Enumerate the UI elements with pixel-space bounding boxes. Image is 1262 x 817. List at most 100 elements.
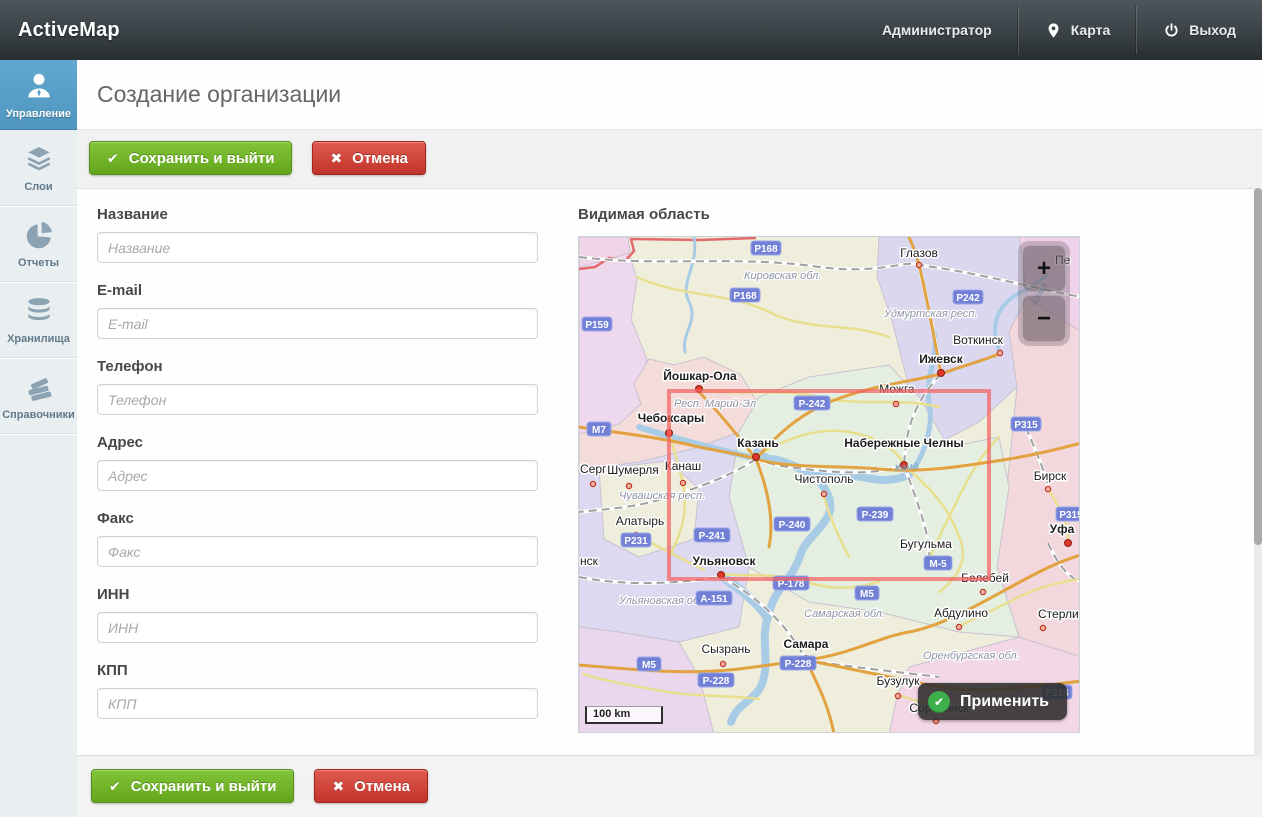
sidebar-item-management[interactable]: Управление	[0, 60, 77, 130]
email-input[interactable]	[97, 308, 538, 339]
svg-text:М5: М5	[642, 660, 656, 671]
svg-text:Ульяновская обл.: Ульяновская обл.	[618, 595, 708, 607]
toolbar-top: ✔ Сохранить и выйти ✖ Отмена	[89, 141, 426, 175]
scrollbar-thumb[interactable]	[1254, 188, 1262, 545]
sidebar-item-label: Слои	[24, 181, 52, 193]
field-group-phone: Телефон	[97, 358, 538, 415]
apply-button-label: Применить	[960, 693, 1049, 711]
title-bar: Создание организации	[77, 60, 1262, 130]
zoom-controls: + −	[1019, 242, 1069, 345]
logout-label: Выход	[1189, 22, 1236, 38]
cancel-button-label: Отмена	[354, 778, 410, 795]
page-title: Создание организации	[77, 81, 341, 108]
sidebar-item-label: Справочники	[2, 409, 75, 421]
svg-text:Ижевск: Ижевск	[919, 352, 963, 366]
field-group-kpp: КПП	[97, 662, 538, 719]
fax-input[interactable]	[97, 536, 538, 567]
address-input[interactable]	[97, 460, 538, 491]
cancel-button-bottom[interactable]: ✖ Отмена	[314, 769, 428, 803]
logout-button[interactable]: Выход	[1137, 0, 1262, 60]
app-logo: ActiveMap	[0, 19, 120, 42]
sidebar-item-label: Управление	[6, 108, 71, 120]
svg-text:Р315: Р315	[1059, 510, 1080, 521]
apply-button[interactable]: ✔ Применить	[918, 683, 1067, 720]
map-pin-icon	[1045, 22, 1062, 39]
sidebar-item-reports[interactable]: Отчеты	[0, 206, 77, 282]
svg-text:Р-228: Р-228	[785, 659, 812, 670]
books-icon	[21, 371, 57, 403]
svg-text:М5: М5	[860, 589, 874, 600]
map-link-label: Карта	[1071, 22, 1111, 38]
svg-text:Удмуртская респ.: Удмуртская респ.	[883, 308, 978, 320]
svg-text:Р168: Р168	[733, 291, 757, 302]
organization-form: Название E-mail Телефон Адрес Факс ИНН К…	[97, 206, 538, 738]
svg-text:Самара: Самара	[784, 637, 829, 651]
field-group-inn: ИНН	[97, 586, 538, 643]
svg-text:Йошкар-Ола: Йошкар-Ола	[663, 368, 737, 383]
minus-icon: −	[1037, 305, 1051, 333]
cross-icon: ✖	[330, 150, 342, 167]
svg-text:М7: М7	[592, 425, 606, 436]
kpp-input[interactable]	[97, 688, 538, 719]
field-group-fax: Факс	[97, 510, 538, 567]
save-button[interactable]: ✔ Сохранить и выйти	[89, 141, 292, 175]
phone-input[interactable]	[97, 384, 538, 415]
svg-text:Бирск: Бирск	[1034, 469, 1067, 483]
cancel-button-label: Отмена	[352, 150, 408, 167]
main-content: Создание организации ✔ Сохранить и выйти…	[77, 60, 1262, 817]
svg-text:Оренбургская обл.: Оренбургская обл.	[923, 650, 1020, 662]
visible-area-label: Видимая область	[578, 206, 1082, 223]
name-label: Название	[97, 206, 538, 223]
save-button-label: Сохранить и выйти	[131, 778, 277, 795]
toolbar-bottom: ✔ Сохранить и выйти ✖ Отмена	[91, 769, 428, 803]
address-label: Адрес	[97, 434, 538, 451]
map-link[interactable]: Карта	[1019, 0, 1137, 60]
visible-area-selection[interactable]	[667, 389, 991, 581]
sidebar-item-layers[interactable]: Слои	[0, 130, 77, 206]
zoom-in-button[interactable]: +	[1022, 245, 1066, 292]
visible-area-section: Видимая область	[578, 206, 1082, 733]
svg-text:Бузулук: Бузулук	[877, 674, 921, 688]
cancel-button[interactable]: ✖ Отмена	[312, 141, 426, 175]
check-icon: ✔	[109, 778, 121, 795]
name-input[interactable]	[97, 232, 538, 263]
app-header: ActiveMap Администратор Карта Выход	[0, 0, 1262, 60]
field-group-address: Адрес	[97, 434, 538, 491]
field-group-name: Название	[97, 206, 538, 263]
svg-text:Уфа: Уфа	[1050, 522, 1075, 536]
svg-text:Воткинск: Воткинск	[953, 333, 1003, 347]
svg-text:Кировская обл.: Кировская обл.	[744, 270, 821, 282]
inn-input[interactable]	[97, 612, 538, 643]
svg-text:Р231: Р231	[624, 536, 648, 547]
database-icon	[21, 295, 57, 327]
fax-label: Факс	[97, 510, 538, 527]
user-icon	[21, 70, 57, 102]
sidebar-item-references[interactable]: Справочники	[0, 358, 77, 434]
svg-text:Р159: Р159	[585, 320, 609, 331]
check-icon: ✔	[107, 150, 119, 167]
plus-icon: +	[1037, 255, 1051, 283]
svg-text:Стерлитамак: Стерлитамак	[1038, 607, 1080, 621]
zoom-out-button[interactable]: −	[1022, 295, 1066, 342]
sidebar: Управление Слои Отчеты Хранилища	[0, 60, 77, 817]
phone-label: Телефон	[97, 358, 538, 375]
svg-text:нск: нск	[580, 554, 599, 568]
email-label: E-mail	[97, 282, 538, 299]
sidebar-item-label: Отчеты	[18, 257, 59, 269]
kpp-label: КПП	[97, 662, 538, 679]
svg-text:Р168: Р168	[754, 244, 778, 255]
user-menu[interactable]: Администратор	[856, 0, 1018, 60]
layers-icon	[21, 143, 57, 175]
map-canvas[interactable]: Кировская обл. Удмуртская респ. Респ. Ма…	[578, 236, 1080, 733]
svg-text:А-151: А-151	[700, 594, 728, 605]
svg-text:Абдулино: Абдулино	[934, 606, 988, 620]
sidebar-item-storages[interactable]: Хранилища	[0, 282, 77, 358]
map-scale-bar: 100 km	[585, 706, 663, 724]
header-menu: Администратор Карта Выход	[856, 0, 1262, 60]
field-group-email: E-mail	[97, 282, 538, 339]
sidebar-item-label: Хранилища	[7, 333, 70, 345]
svg-text:Р-228: Р-228	[703, 676, 730, 687]
save-button-bottom[interactable]: ✔ Сохранить и выйти	[91, 769, 294, 803]
svg-text:Глазов: Глазов	[900, 246, 938, 260]
scrollbar-track[interactable]	[1254, 188, 1262, 756]
